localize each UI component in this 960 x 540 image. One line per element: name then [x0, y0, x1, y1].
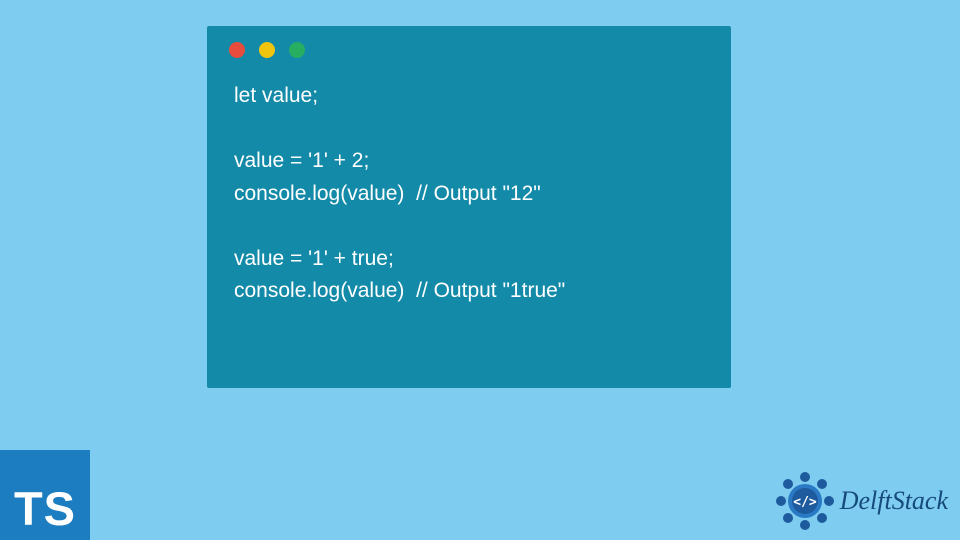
code-window: let value; value = '1' + 2; console.log(… [207, 26, 731, 388]
maximize-icon [289, 42, 305, 58]
typescript-badge-label: TS [14, 481, 76, 536]
window-traffic-lights [207, 26, 731, 66]
typescript-badge: TS [0, 450, 90, 540]
code-line: console.log(value) // Output "1true" [234, 279, 565, 302]
delftstack-emblem-icon: </> [774, 470, 836, 532]
code-line: value = '1' + true; [234, 247, 394, 270]
close-icon [229, 42, 245, 58]
minimize-icon [259, 42, 275, 58]
code-line: console.log(value) // Output "12" [234, 182, 541, 205]
code-line: value = '1' + 2; [234, 149, 369, 172]
delftstack-label: DelftStack [840, 486, 948, 516]
svg-text:</>: </> [793, 495, 817, 510]
code-block: let value; value = '1' + 2; console.log(… [207, 66, 731, 330]
delftstack-logo: </> DelftStack [774, 470, 948, 532]
code-line: let value; [234, 84, 318, 107]
